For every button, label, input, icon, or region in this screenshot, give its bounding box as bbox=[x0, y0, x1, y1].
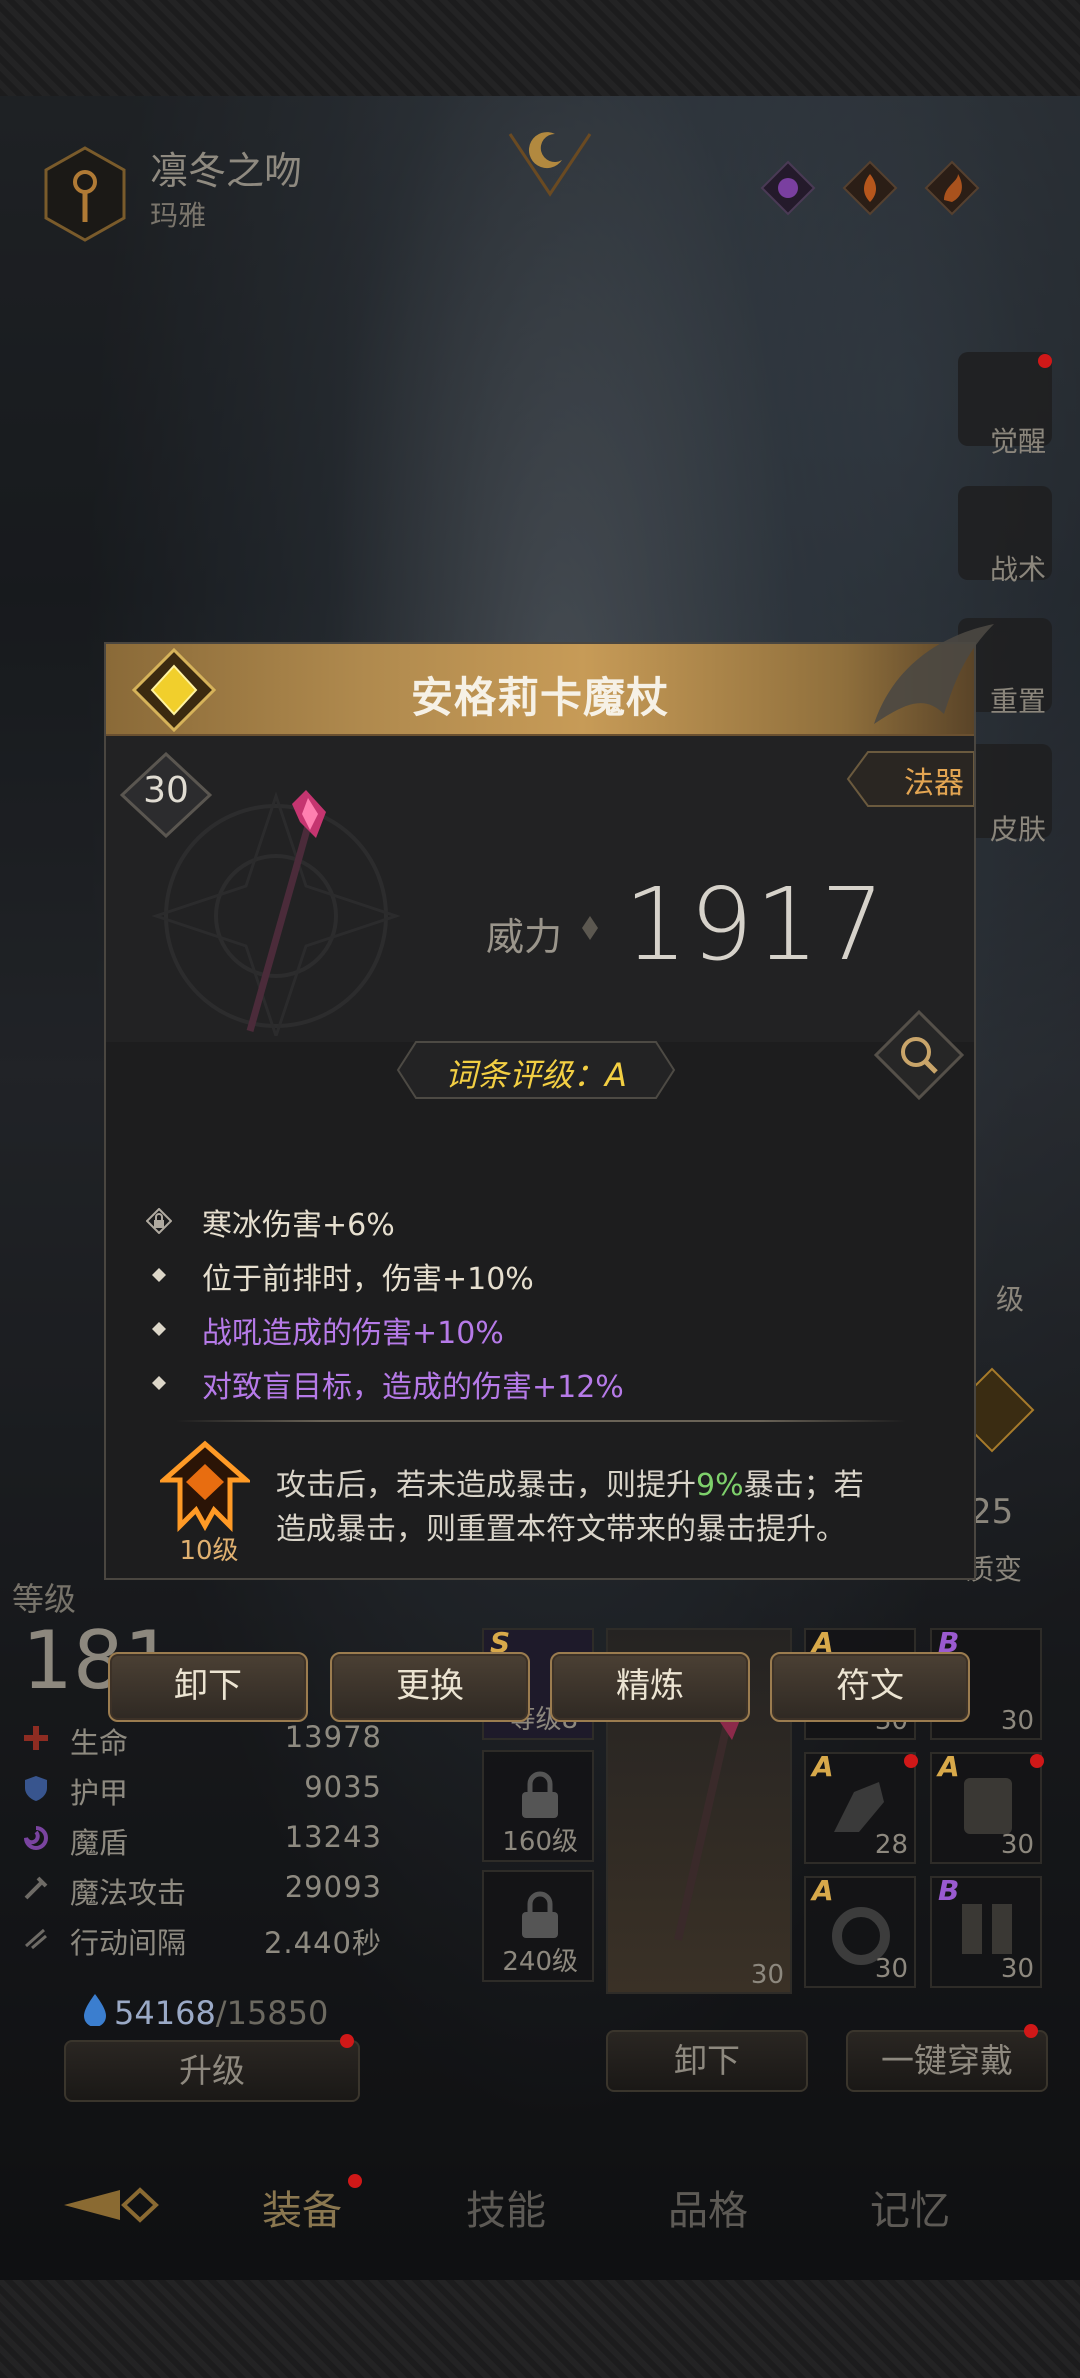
gear-slot-3-badge bbox=[904, 1754, 918, 1768]
tab-traits[interactable]: 品格 bbox=[668, 2178, 748, 2236]
refine-button[interactable]: 精炼 bbox=[550, 1652, 750, 1722]
tab-skills[interactable]: 技能 bbox=[466, 2178, 546, 2236]
speed-icon bbox=[25, 1928, 47, 1950]
item-level: 30 bbox=[143, 770, 189, 811]
tab-equipment-badge bbox=[348, 2174, 362, 2188]
separator-diamond-icon bbox=[582, 916, 598, 940]
tab-equipment[interactable]: 装备 bbox=[262, 2178, 342, 2236]
upgrade-badge bbox=[340, 2034, 354, 2048]
awaken-label: 觉醒 bbox=[989, 425, 1046, 458]
staff-icon bbox=[674, 1700, 740, 1941]
exp-potion-icon bbox=[84, 1994, 106, 2026]
power-value: 1917 bbox=[624, 866, 887, 983]
stat-hp: 生命 13978 bbox=[22, 1720, 382, 1760]
lock-icon bbox=[522, 1891, 558, 1938]
evolve-value: 25 bbox=[970, 1492, 1014, 1532]
rune-crest-icon bbox=[160, 1440, 250, 1532]
rune-button[interactable]: 符文 bbox=[770, 1652, 970, 1722]
class-emblem-icon bbox=[44, 146, 126, 242]
exp-counter: 54168/15850 bbox=[114, 1994, 329, 2032]
wing-ornament-icon bbox=[874, 624, 994, 724]
affix-grade: 词条评级：A bbox=[445, 1056, 627, 1094]
rune-description-line-2: 造成暴击，则重置本符文带来的暴击提升。 bbox=[276, 1512, 846, 1547]
diamond-bullet-icon bbox=[152, 1268, 166, 1282]
unequip-button[interactable]: 卸下 bbox=[108, 1652, 308, 1722]
rune-slot-2[interactable]: 160级 bbox=[482, 1750, 594, 1862]
power-label: 威力 bbox=[486, 915, 563, 959]
item-display: 30 法器 威力 1917 bbox=[106, 736, 974, 1042]
section-divider bbox=[176, 1420, 906, 1422]
inspect-magnifier-icon[interactable] bbox=[874, 1010, 964, 1100]
moon-crest-icon bbox=[508, 132, 592, 197]
gear-slot-3[interactable]: A 28 bbox=[804, 1750, 916, 1864]
top-frame bbox=[0, 0, 1080, 96]
hero-name: 玛雅 bbox=[150, 199, 207, 232]
item-type: 法器 bbox=[904, 766, 964, 801]
heart-cross-icon bbox=[24, 1726, 48, 1750]
shield-icon bbox=[25, 1776, 47, 1801]
unequip-all-button[interactable]: 卸下 bbox=[606, 2030, 808, 2092]
lock-diamond-icon bbox=[146, 1208, 172, 1234]
dark-element-icon bbox=[760, 160, 816, 216]
swirl-icon bbox=[24, 1826, 48, 1850]
gear-slot-5[interactable]: A 30 bbox=[804, 1874, 916, 1988]
upgrade-button[interactable]: 升级 bbox=[64, 2040, 360, 2102]
rune-level: 10级 bbox=[179, 1536, 239, 1566]
stat-magic-shield: 魔盾 13243 bbox=[22, 1820, 382, 1860]
popup-header: 安格莉卡魔杖 bbox=[106, 644, 974, 736]
gear-slot-4[interactable]: A 30 bbox=[930, 1750, 1042, 1864]
tactics-label: 战术 bbox=[989, 553, 1046, 586]
magic-staff-icon bbox=[246, 790, 326, 1032]
flame-element-icon bbox=[924, 160, 980, 216]
back-arrow-icon[interactable] bbox=[60, 2180, 164, 2230]
item-name: 安格莉卡魔杖 bbox=[410, 673, 669, 722]
tab-memory[interactable]: 记忆 bbox=[870, 2178, 950, 2236]
lock-icon bbox=[522, 1771, 558, 1818]
stat-action-interval: 行动间隔 2.440秒 bbox=[22, 1920, 382, 1960]
replace-button[interactable]: 更换 bbox=[330, 1652, 530, 1722]
rank-label: 级 bbox=[995, 1283, 1024, 1316]
bottom-frame bbox=[0, 2280, 1080, 2378]
hero-title: 凛冬之吻 bbox=[150, 149, 303, 193]
diamond-bullet-icon bbox=[152, 1376, 166, 1390]
rune-slot-3[interactable]: 240级 bbox=[482, 1870, 594, 1982]
gear-slot-6[interactable]: B 30 bbox=[930, 1874, 1042, 1988]
fire-element-icon bbox=[842, 160, 898, 216]
equip-all-badge bbox=[1024, 2024, 1038, 2038]
gear-slot-4-badge bbox=[1030, 1754, 1044, 1768]
diamond-bullet-icon bbox=[152, 1322, 166, 1336]
equip-all-button[interactable]: 一键穿戴 bbox=[846, 2030, 1048, 2092]
magic-attack-icon bbox=[24, 1876, 48, 1900]
rune-description-line-1: 攻击后，若未造成暴击，则提升9%暴击；若 bbox=[276, 1468, 864, 1503]
awaken-badge bbox=[1038, 354, 1052, 368]
stat-magic-attack: 魔法攻击 29093 bbox=[22, 1870, 382, 1910]
item-detail-popup: 安格莉卡魔杖 30 法器 威力 1917 词条评级：A 寒冰伤害+6% 位于前排… bbox=[104, 624, 994, 1580]
skin-label: 皮肤 bbox=[989, 813, 1046, 846]
stat-armor: 护甲 9035 bbox=[22, 1770, 382, 1810]
